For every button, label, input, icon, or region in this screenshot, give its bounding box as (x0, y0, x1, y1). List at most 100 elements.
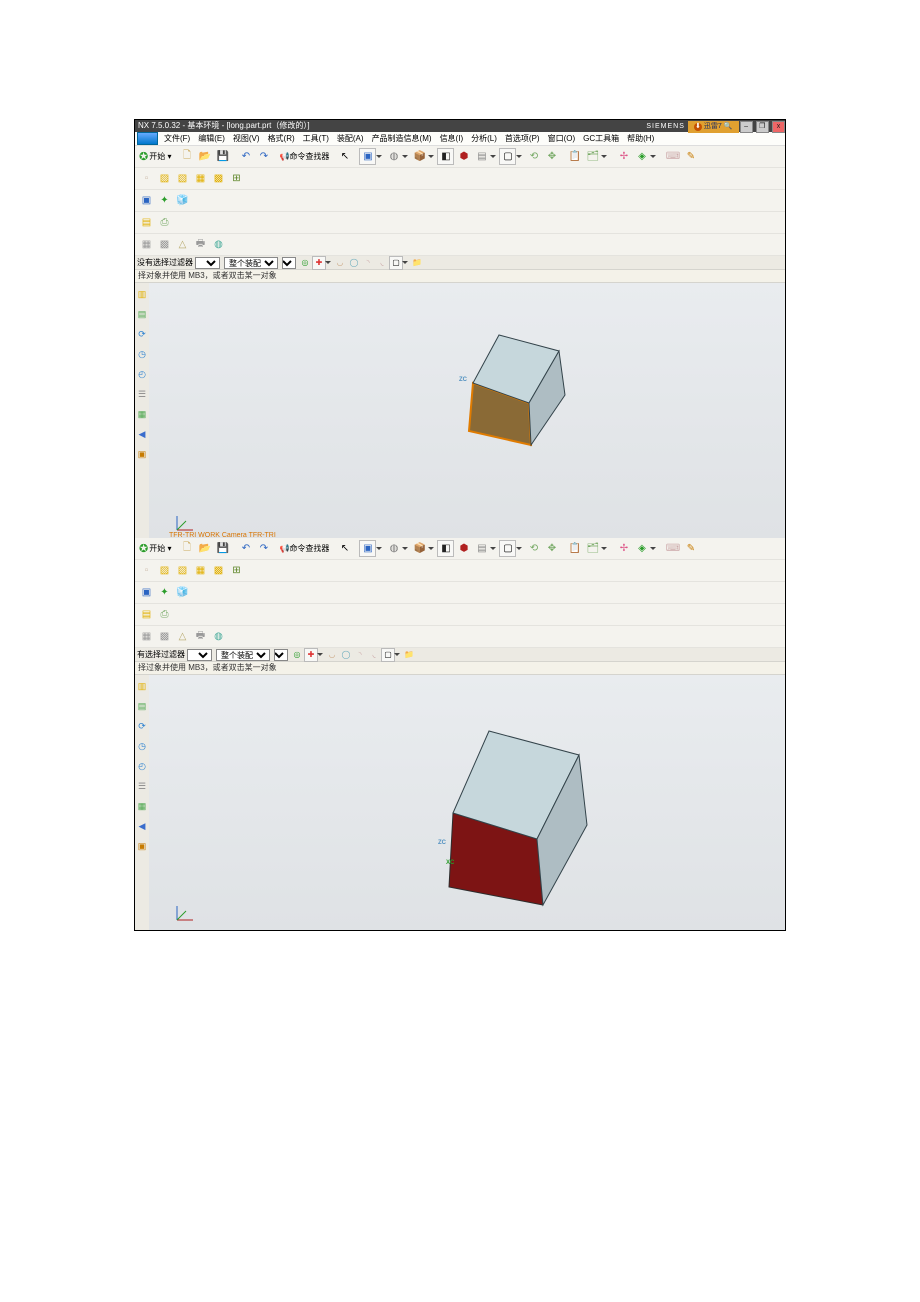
a3-icon[interactable]: 🧊 (174, 584, 191, 601)
menu-pmi[interactable]: 产品制造信息(M) (368, 132, 436, 145)
f3-icon[interactable]: ◡ (325, 648, 339, 662)
tree-icon[interactable]: 🗂 (584, 148, 601, 165)
f6-icon[interactable]: ◟ (367, 648, 381, 662)
comp-5-icon[interactable]: ▩ (210, 170, 227, 187)
filter-extra-select[interactable] (282, 257, 296, 269)
filter-type-select[interactable] (187, 649, 212, 661)
b2-icon[interactable]: ⎙ (156, 606, 173, 623)
shade-icon[interactable]: ◍ (385, 148, 402, 165)
menu-analysis[interactable]: 分析(L) (467, 132, 501, 145)
menu-window[interactable]: 窗口(O) (544, 132, 580, 145)
tree-icon[interactable]: 🗂 (584, 540, 601, 557)
f8-icon[interactable]: 📁 (410, 256, 424, 270)
menu-prefs[interactable]: 首选项(P) (501, 132, 544, 145)
filter-scope-select[interactable]: 整个装配 (216, 649, 270, 661)
undo-icon[interactable]: ↶ (237, 148, 254, 165)
b2-icon[interactable]: ⎙ (156, 214, 173, 231)
keyboard-icon[interactable]: ⌨ (664, 148, 681, 165)
c1-icon[interactable]: ▦ (138, 236, 155, 253)
reuse-tab[interactable]: ⟳ (136, 719, 148, 733)
c3-icon[interactable]: △ (174, 628, 191, 645)
wcs-icon[interactable]: ⬢ (455, 540, 472, 557)
open-icon[interactable]: 📂 (196, 148, 213, 165)
comp-6-icon[interactable]: ⊞ (228, 170, 245, 187)
c5-icon[interactable]: ◍ (210, 628, 227, 645)
keyboard-icon[interactable]: ⌨ (664, 540, 681, 557)
wave-icon[interactable]: ◈ (633, 148, 650, 165)
part-navigator-tab[interactable]: ▥ (136, 679, 148, 693)
f6-icon[interactable]: ◟ (375, 256, 389, 270)
f2-icon[interactable]: ✚ (304, 648, 318, 662)
snapshot-icon[interactable]: ◧ (437, 540, 454, 557)
maximize-button[interactable]: ❐ (756, 121, 769, 133)
box-icon[interactable]: 📦 (411, 148, 428, 165)
f7-icon[interactable]: ▢ (389, 256, 403, 270)
pan-icon[interactable]: ✥ (543, 148, 560, 165)
menu-gctool[interactable]: GC工具箱 (579, 132, 623, 145)
cursor-icon[interactable]: ↖ (336, 540, 353, 557)
part-navigator-tab[interactable]: ▥ (136, 287, 148, 301)
browser-tab[interactable]: ◀ (136, 427, 148, 441)
filter-type-select[interactable] (195, 257, 220, 269)
edit-icon[interactable]: ✎ (682, 148, 699, 165)
cmd-finder[interactable]: 📢 命令查找器 (278, 540, 330, 557)
move-icon[interactable]: ✢ (615, 540, 632, 557)
filter-extra-select[interactable] (274, 649, 288, 661)
start-menu[interactable]: ✪开始 ▾ (138, 540, 172, 557)
view-toggle-icon[interactable]: ▣ (359, 540, 376, 557)
edit-icon[interactable]: ✎ (682, 540, 699, 557)
view-toggle-icon[interactable]: ▣ (359, 148, 376, 165)
xunlei-badge[interactable]: ⬇迅雷7🔍 (688, 121, 739, 133)
redo-icon[interactable]: ↷ (255, 540, 272, 557)
roles-tab[interactable]: ☰ (136, 779, 148, 793)
a1-icon[interactable]: ▣ (138, 192, 155, 209)
history2-tab[interactable]: ◴ (136, 759, 148, 773)
menu-edit[interactable]: 编辑(E) (194, 132, 229, 145)
comp-1-icon[interactable]: ▫ (138, 562, 155, 579)
f3-icon[interactable]: ◡ (333, 256, 347, 270)
redo-icon[interactable]: ↷ (255, 148, 272, 165)
comp-3-icon[interactable]: ▧ (174, 562, 191, 579)
c3-icon[interactable]: △ (174, 236, 191, 253)
reuse-tab[interactable]: ⟳ (136, 327, 148, 341)
menu-assembly[interactable]: 装配(A) (333, 132, 368, 145)
new-icon[interactable]: 🗋 (178, 540, 195, 557)
comp-6-icon[interactable]: ⊞ (228, 562, 245, 579)
menu-info[interactable]: 信息(I) (436, 132, 468, 145)
layer-icon[interactable]: ▤ (473, 540, 490, 557)
box-icon[interactable]: 📦 (411, 540, 428, 557)
a1-icon[interactable]: ▣ (138, 584, 155, 601)
start-menu[interactable]: ✪开始 ▾ (138, 148, 172, 165)
comp-2-icon[interactable]: ▨ (156, 562, 173, 579)
palette-tab[interactable]: ▦ (136, 407, 148, 421)
save-icon[interactable]: 💾 (214, 540, 231, 557)
c4-icon[interactable]: 🖶 (192, 236, 209, 253)
menu-help[interactable]: 帮助(H) (623, 132, 658, 145)
snapshot-icon[interactable]: ◧ (437, 148, 454, 165)
c4-icon[interactable]: 🖶 (192, 628, 209, 645)
menu-view[interactable]: 视图(V) (229, 132, 264, 145)
copy-icon[interactable]: 📋 (566, 540, 583, 557)
menu-file[interactable]: 文件(F) (160, 132, 194, 145)
c5-icon[interactable]: ◍ (210, 236, 227, 253)
fit-icon[interactable]: ▢ (499, 540, 516, 557)
comp-4-icon[interactable]: ▦ (192, 170, 209, 187)
f7-icon[interactable]: ▢ (381, 648, 395, 662)
comp-4-icon[interactable]: ▦ (192, 562, 209, 579)
a2-icon[interactable]: ✦ (156, 584, 173, 601)
comp-5-icon[interactable]: ▩ (210, 562, 227, 579)
menu-tools[interactable]: 工具(T) (299, 132, 333, 145)
assembly-navigator-tab[interactable]: ▤ (136, 307, 148, 321)
comp-1-icon[interactable]: ▫ (138, 170, 155, 187)
close-button[interactable]: x (772, 121, 785, 133)
filter-scope-select[interactable]: 整个装配 (224, 257, 278, 269)
b1-icon[interactable]: ▤ (138, 606, 155, 623)
pan-icon[interactable]: ✥ (543, 540, 560, 557)
f4-icon[interactable]: ◯ (347, 256, 361, 270)
copy-icon[interactable]: 📋 (566, 148, 583, 165)
history-tab[interactable]: ◷ (136, 739, 148, 753)
3d-viewport[interactable]: ZC XC (149, 675, 785, 930)
wcs-icon[interactable]: ⬢ (455, 148, 472, 165)
rotate-icon[interactable]: ⟲ (525, 148, 542, 165)
rotate-icon[interactable]: ⟲ (525, 540, 542, 557)
